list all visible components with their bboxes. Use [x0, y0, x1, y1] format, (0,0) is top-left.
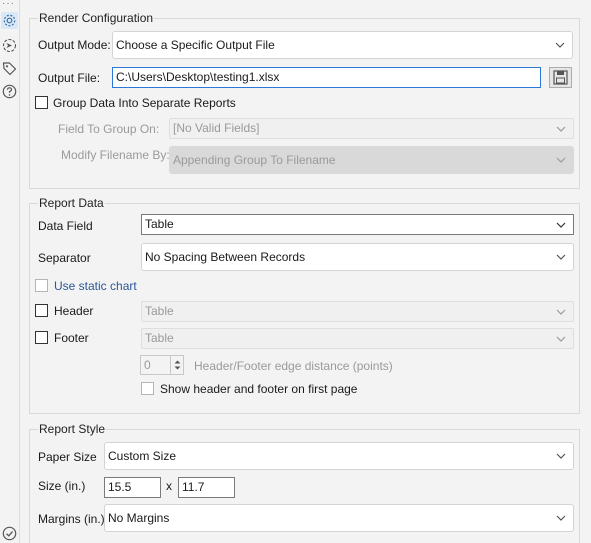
- separator-value: No Spacing Between Records: [145, 250, 306, 264]
- header-label: Header: [54, 304, 94, 318]
- field-to-group-value: [No Valid Fields]: [173, 121, 260, 135]
- left-icon-rail: ···: [0, 0, 20, 543]
- render-configuration-title: Render Configuration: [38, 11, 155, 25]
- output-file-value: C:\Users\Desktop\testing1.xlsx: [116, 70, 280, 84]
- group-data-checkbox[interactable]: [35, 96, 48, 109]
- report-style-title: Report Style: [38, 422, 107, 436]
- footer-value: Table: [145, 331, 174, 345]
- header-value: Table: [145, 304, 174, 318]
- separator-label: Separator: [38, 251, 91, 265]
- navigate-icon[interactable]: [1, 37, 18, 54]
- chevron-down-icon: [556, 515, 566, 521]
- margins-label: Margins (in.): [38, 512, 105, 526]
- chevron-down-icon: [555, 42, 565, 48]
- chevron-down-icon: [556, 336, 566, 342]
- modify-filename-label: Modify Filename By:: [61, 148, 170, 162]
- output-mode-select[interactable]: Choose a Specific Output File: [112, 31, 573, 59]
- tag-icon[interactable]: [1, 60, 18, 77]
- separator-select[interactable]: No Spacing Between Records: [141, 243, 574, 271]
- save-file-button[interactable]: [549, 67, 572, 88]
- spinner-up-down-icon: [174, 360, 181, 370]
- show-first-page-checkbox[interactable]: [141, 382, 154, 395]
- header-select[interactable]: Table: [141, 301, 574, 322]
- modify-filename-select[interactable]: Appending Group To Filename: [169, 146, 574, 174]
- chevron-down-icon: [556, 254, 566, 260]
- size-x-separator: x: [166, 479, 172, 493]
- size-label: Size (in.): [38, 479, 86, 493]
- gear-icon[interactable]: [1, 12, 18, 29]
- data-field-label: Data Field: [38, 219, 93, 233]
- spinner-arrows[interactable]: [170, 356, 183, 374]
- chevron-down-icon: [556, 126, 566, 132]
- save-disk-icon: [553, 70, 568, 85]
- edge-distance-label: Header/Footer edge distance (points): [194, 359, 393, 373]
- chevron-down-icon: [556, 222, 566, 228]
- size-height-input[interactable]: 11.7: [178, 477, 235, 498]
- header-checkbox[interactable]: [35, 304, 48, 317]
- group-data-label: Group Data Into Separate Reports: [53, 96, 236, 110]
- use-static-chart-label: Use static chart: [54, 279, 137, 293]
- edge-distance-spinner[interactable]: 0: [140, 355, 184, 375]
- show-first-page-label: Show header and footer on first page: [160, 382, 358, 396]
- field-to-group-select[interactable]: [No Valid Fields]: [169, 118, 574, 139]
- report-data-title: Report Data: [38, 196, 105, 210]
- chevron-down-icon: [556, 157, 566, 163]
- paper-size-select[interactable]: Custom Size: [104, 442, 574, 470]
- chevron-down-icon: [556, 309, 566, 315]
- size-height-value: 11.7: [182, 480, 205, 494]
- margins-select[interactable]: No Margins: [104, 504, 574, 532]
- paper-size-value: Custom Size: [108, 449, 177, 463]
- paper-size-label: Paper Size: [38, 450, 97, 464]
- output-mode-label: Output Mode:: [38, 38, 111, 52]
- more-dots[interactable]: ···: [2, 0, 15, 9]
- chevron-down-icon: [556, 453, 566, 459]
- footer-label: Footer: [54, 331, 89, 345]
- edge-distance-value: 0: [144, 358, 151, 372]
- size-width-input[interactable]: 15.5: [104, 477, 161, 498]
- data-field-select[interactable]: Table: [141, 214, 574, 235]
- check-icon[interactable]: [1, 525, 18, 542]
- footer-select[interactable]: Table: [141, 328, 574, 349]
- size-width-value: 15.5: [108, 480, 132, 494]
- use-static-chart-checkbox[interactable]: [35, 279, 48, 292]
- configuration-panel: Render Configuration Output Mode: Choose…: [20, 0, 591, 543]
- field-to-group-label: Field To Group On:: [58, 122, 160, 136]
- modify-filename-value: Appending Group To Filename: [173, 153, 336, 167]
- margins-value: No Margins: [108, 511, 170, 525]
- data-field-value: Table: [145, 217, 174, 231]
- help-icon[interactable]: [1, 83, 18, 100]
- footer-checkbox[interactable]: [35, 331, 48, 344]
- output-file-input[interactable]: C:\Users\Desktop\testing1.xlsx: [112, 67, 541, 88]
- output-mode-value: Choose a Specific Output File: [116, 38, 275, 52]
- output-file-label: Output File:: [38, 71, 101, 85]
